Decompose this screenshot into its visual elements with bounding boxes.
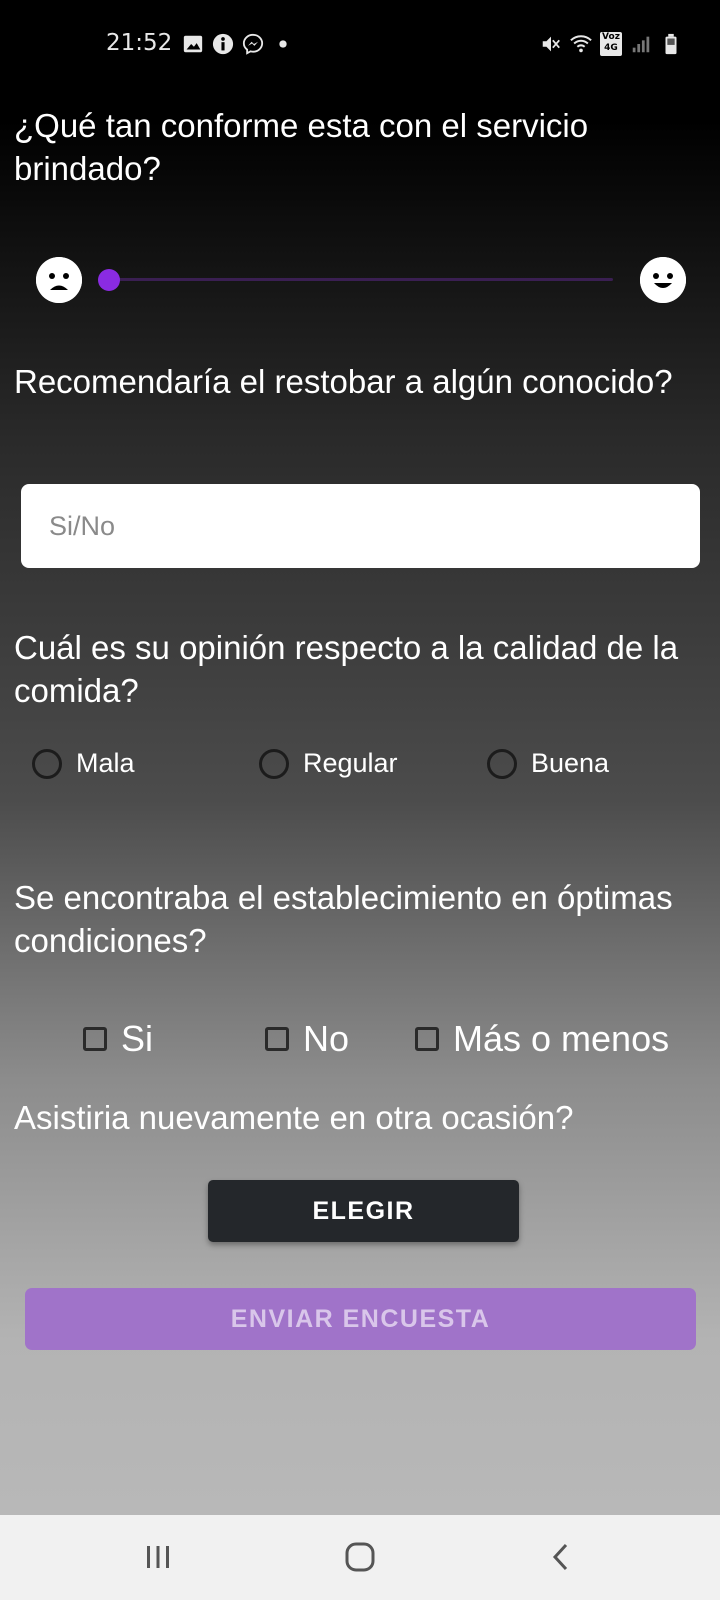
navigation-bar bbox=[0, 1515, 720, 1600]
radio-buena[interactable]: Buena bbox=[487, 748, 609, 779]
checkbox-label: Más o menos bbox=[453, 1018, 670, 1059]
question-return-visit: Asistiria nuevamente en otra ocasión? bbox=[14, 1099, 574, 1136]
status-system-icons: Voz 4G bbox=[540, 32, 682, 56]
radio-label: Buena bbox=[531, 748, 610, 778]
home-icon[interactable] bbox=[340, 1537, 380, 1577]
status-bar: 21:52 Voz 4G bbox=[0, 0, 720, 90]
question-food-quality: Cuál es su opinión respecto a la calidad… bbox=[14, 629, 679, 709]
question-recommend: Recomendaría el restobar a algún conocid… bbox=[14, 363, 673, 400]
satisfaction-slider-track[interactable] bbox=[109, 278, 613, 281]
signal-icon bbox=[632, 36, 650, 53]
submit-survey-button[interactable]: ENVIAR ENCUESTA bbox=[25, 1288, 696, 1350]
radio-circle[interactable] bbox=[487, 748, 517, 779]
status-time: 21:52 bbox=[106, 30, 173, 56]
question-establishment-condition: Se encontraba el establecimiento en ópti… bbox=[14, 879, 673, 959]
food-quality-radio-group: Mala Regular Buena bbox=[32, 748, 692, 788]
volte-text-bottom: 4G bbox=[604, 43, 618, 53]
happy-face-icon bbox=[640, 257, 686, 303]
info-icon bbox=[212, 33, 234, 55]
choose-button[interactable]: ELEGIR bbox=[208, 1180, 519, 1242]
checkbox-no[interactable]: No bbox=[265, 1018, 349, 1060]
recommend-input-placeholder: Si/No bbox=[49, 510, 116, 541]
sad-face-icon bbox=[36, 257, 82, 303]
radio-label: Regular bbox=[303, 748, 398, 778]
radio-mala[interactable]: Mala bbox=[32, 748, 135, 779]
messenger-icon bbox=[242, 33, 264, 55]
checkbox-box[interactable] bbox=[83, 1027, 107, 1051]
status-notification-icons bbox=[182, 33, 294, 55]
checkbox-label: Si bbox=[121, 1018, 154, 1059]
radio-circle[interactable] bbox=[259, 748, 289, 779]
checkbox-label: No bbox=[303, 1018, 350, 1059]
volte-text-top: Voz bbox=[602, 32, 620, 42]
volte-icon: Voz 4G bbox=[600, 32, 622, 56]
question-service-satisfaction: ¿Qué tan conforme esta con el servicio b… bbox=[14, 107, 589, 187]
checkbox-mas-o-menos[interactable]: Más o menos bbox=[415, 1018, 669, 1060]
recommend-input[interactable]: Si/No bbox=[21, 484, 700, 568]
image-icon bbox=[183, 35, 203, 53]
checkbox-box[interactable] bbox=[265, 1027, 289, 1051]
wifi-icon bbox=[570, 35, 592, 53]
back-icon[interactable] bbox=[542, 1537, 582, 1577]
mute-icon bbox=[542, 36, 560, 52]
checkbox-si[interactable]: Si bbox=[83, 1018, 153, 1060]
satisfaction-slider-thumb[interactable] bbox=[98, 269, 120, 291]
radio-circle[interactable] bbox=[32, 748, 62, 779]
dot-icon bbox=[279, 40, 287, 48]
battery-icon bbox=[665, 33, 677, 55]
radio-regular[interactable]: Regular bbox=[259, 748, 398, 779]
checkbox-box[interactable] bbox=[415, 1027, 439, 1051]
recent-apps-icon[interactable] bbox=[138, 1537, 178, 1577]
radio-label: Mala bbox=[76, 748, 135, 778]
